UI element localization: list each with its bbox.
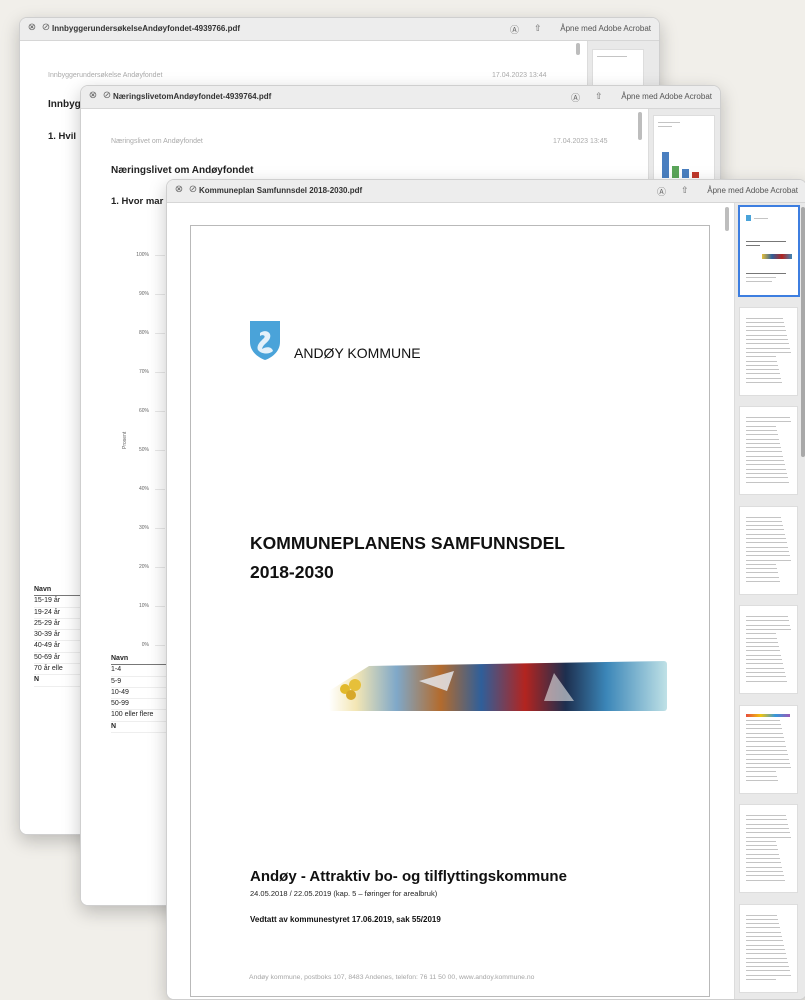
document-page: ANDØY KOMMUNE KOMMUNEPLANENS SAMFUNNSDEL…: [190, 225, 710, 997]
page-thumbnail[interactable]: [653, 115, 715, 185]
table-row: 40-49 år: [34, 641, 84, 653]
info-icon[interactable]: Ⓐ: [657, 185, 666, 198]
window-title: Kommuneplan Samfunnsdel 2018-2030.pdf: [199, 186, 363, 195]
table-row: 30-39 år: [34, 630, 84, 642]
minimize-icon[interactable]: ⊘: [188, 185, 198, 195]
results-table: Navn 15-19 år 19-24 år 25-29 år 30-39 år 40-…: [34, 585, 84, 687]
open-in-acrobat-button[interactable]: Åpne med Adobe Acrobat: [560, 24, 651, 33]
page-header-right: 17.04.2023 13:44: [492, 72, 547, 79]
y-tick-label: 40%: [138, 486, 149, 492]
pdf-page-area: ANDØY KOMMUNE KOMMUNEPLANENS SAMFUNNSDEL…: [167, 203, 733, 999]
page-thumbnail[interactable]: [739, 903, 798, 993]
page-thumbnail[interactable]: [739, 704, 798, 794]
table-row: 5-9: [111, 677, 171, 688]
page-thumbnail[interactable]: [738, 205, 800, 297]
y-tick-label: 90%: [138, 291, 149, 297]
gridline: [155, 411, 165, 412]
coat-of-arms-icon: [250, 321, 280, 360]
y-tick-label: 100%: [136, 252, 149, 258]
gridline: [155, 567, 165, 568]
municipality-name: ANDØY KOMMUNE: [294, 345, 421, 361]
info-icon[interactable]: Ⓐ: [510, 23, 519, 36]
gridline: [155, 333, 165, 334]
page-heading: Innbyg: [48, 99, 81, 110]
thumbnail-scrollbar[interactable]: [801, 207, 805, 457]
gridline: [155, 645, 165, 646]
page-header-left: Innbyggerundersøkelse Andøyfondet: [48, 72, 163, 79]
minimize-icon[interactable]: ⊘: [41, 23, 51, 33]
cover-banner-image: [329, 661, 667, 711]
table-row: 15-19 år: [34, 596, 84, 608]
table-row: 25-29 år: [34, 619, 84, 631]
share-icon[interactable]: ⇧: [534, 23, 542, 34]
info-icon[interactable]: Ⓐ: [571, 91, 580, 104]
document-footer: Andøy kommune, postboks 107, 8483 Andene…: [249, 974, 535, 981]
document-subtitle: Andøy - Attraktiv bo- og tilflyttingskom…: [250, 868, 567, 885]
y-tick-label: 0%: [141, 642, 149, 648]
page-thumbnail[interactable]: [739, 306, 798, 396]
y-tick-label: 70%: [138, 369, 149, 375]
thumbnail-sidebar[interactable]: [734, 203, 805, 999]
document-title-line1: KOMMUNEPLANENS SAMFUNNSDEL: [250, 533, 565, 553]
gridline: [155, 606, 165, 607]
table-row: 50-99: [111, 699, 171, 711]
window-title: InnbyggerundersøkelseAndøyfondet-4939766…: [52, 24, 241, 33]
document-dates: 24.05.2018 / 22.05.2019 (kap. 5 – føring…: [250, 889, 438, 898]
close-icon[interactable]: ⊗: [88, 91, 98, 101]
titlebar[interactable]: ⊗ ⊘ InnbyggerundersøkelseAndøyfondet-493…: [20, 18, 659, 41]
titlebar[interactable]: ⊗ ⊘ NæringslivetomAndøyfondet-4939764.pd…: [81, 86, 720, 109]
y-tick-label: 30%: [138, 525, 149, 531]
gridline: [155, 450, 165, 451]
table-total: N: [34, 675, 84, 687]
table-row: 1-4: [111, 665, 171, 677]
gridline: [155, 294, 165, 295]
open-in-acrobat-button[interactable]: Åpne med Adobe Acrobat: [621, 92, 712, 101]
table-row: 10-49: [111, 688, 171, 700]
close-icon[interactable]: ⊗: [27, 23, 37, 33]
adoption-note: Vedtatt av kommunestyret 17.06.2019, sak…: [250, 915, 441, 924]
gridline: [155, 528, 165, 529]
titlebar[interactable]: ⊗ ⊘ Kommuneplan Samfunnsdel 2018-2030.pd…: [167, 180, 805, 203]
y-tick-label: 50%: [138, 447, 149, 453]
pdf-window-kommuneplan[interactable]: ⊗ ⊘ Kommuneplan Samfunnsdel 2018-2030.pd…: [166, 179, 805, 1000]
page-thumbnail[interactable]: [739, 406, 798, 495]
table-row: 70 år elle: [34, 664, 84, 676]
gridline: [155, 255, 165, 256]
page-thumbnail[interactable]: [739, 505, 798, 595]
minimize-icon[interactable]: ⊘: [102, 91, 112, 101]
close-icon[interactable]: ⊗: [174, 185, 184, 195]
table-total: N: [111, 722, 171, 734]
open-in-acrobat-button[interactable]: Åpne med Adobe Acrobat: [707, 186, 798, 195]
page-thumbnail[interactable]: [739, 605, 798, 694]
question-title: 1. Hvil: [48, 131, 76, 142]
page-thumbnail[interactable]: [739, 804, 798, 893]
scrollbar[interactable]: [725, 207, 729, 231]
scrollbar[interactable]: [638, 112, 642, 140]
gridline: [155, 489, 165, 490]
y-tick-label: 20%: [138, 564, 149, 570]
table-header: Navn: [111, 654, 171, 666]
scrollbar[interactable]: [576, 43, 580, 55]
share-icon[interactable]: ⇧: [681, 185, 689, 196]
table-row: 100 eller flere: [111, 710, 171, 722]
table-header: Navn: [34, 585, 84, 597]
y-tick-label: 60%: [138, 408, 149, 414]
table-row: 19-24 år: [34, 608, 84, 619]
document-title-line2: 2018-2030: [250, 562, 334, 582]
table-row: 50-69 år: [34, 653, 84, 665]
y-tick-label: 80%: [138, 330, 149, 336]
gridline: [155, 372, 165, 373]
share-icon[interactable]: ⇧: [595, 91, 603, 102]
y-tick-label: 10%: [138, 603, 149, 609]
results-table: Navn 1-4 5-9 10-49 50-99 100 eller flere N: [111, 654, 171, 734]
window-title: NæringslivetomAndøyfondet-4939764.pdf: [113, 92, 272, 101]
